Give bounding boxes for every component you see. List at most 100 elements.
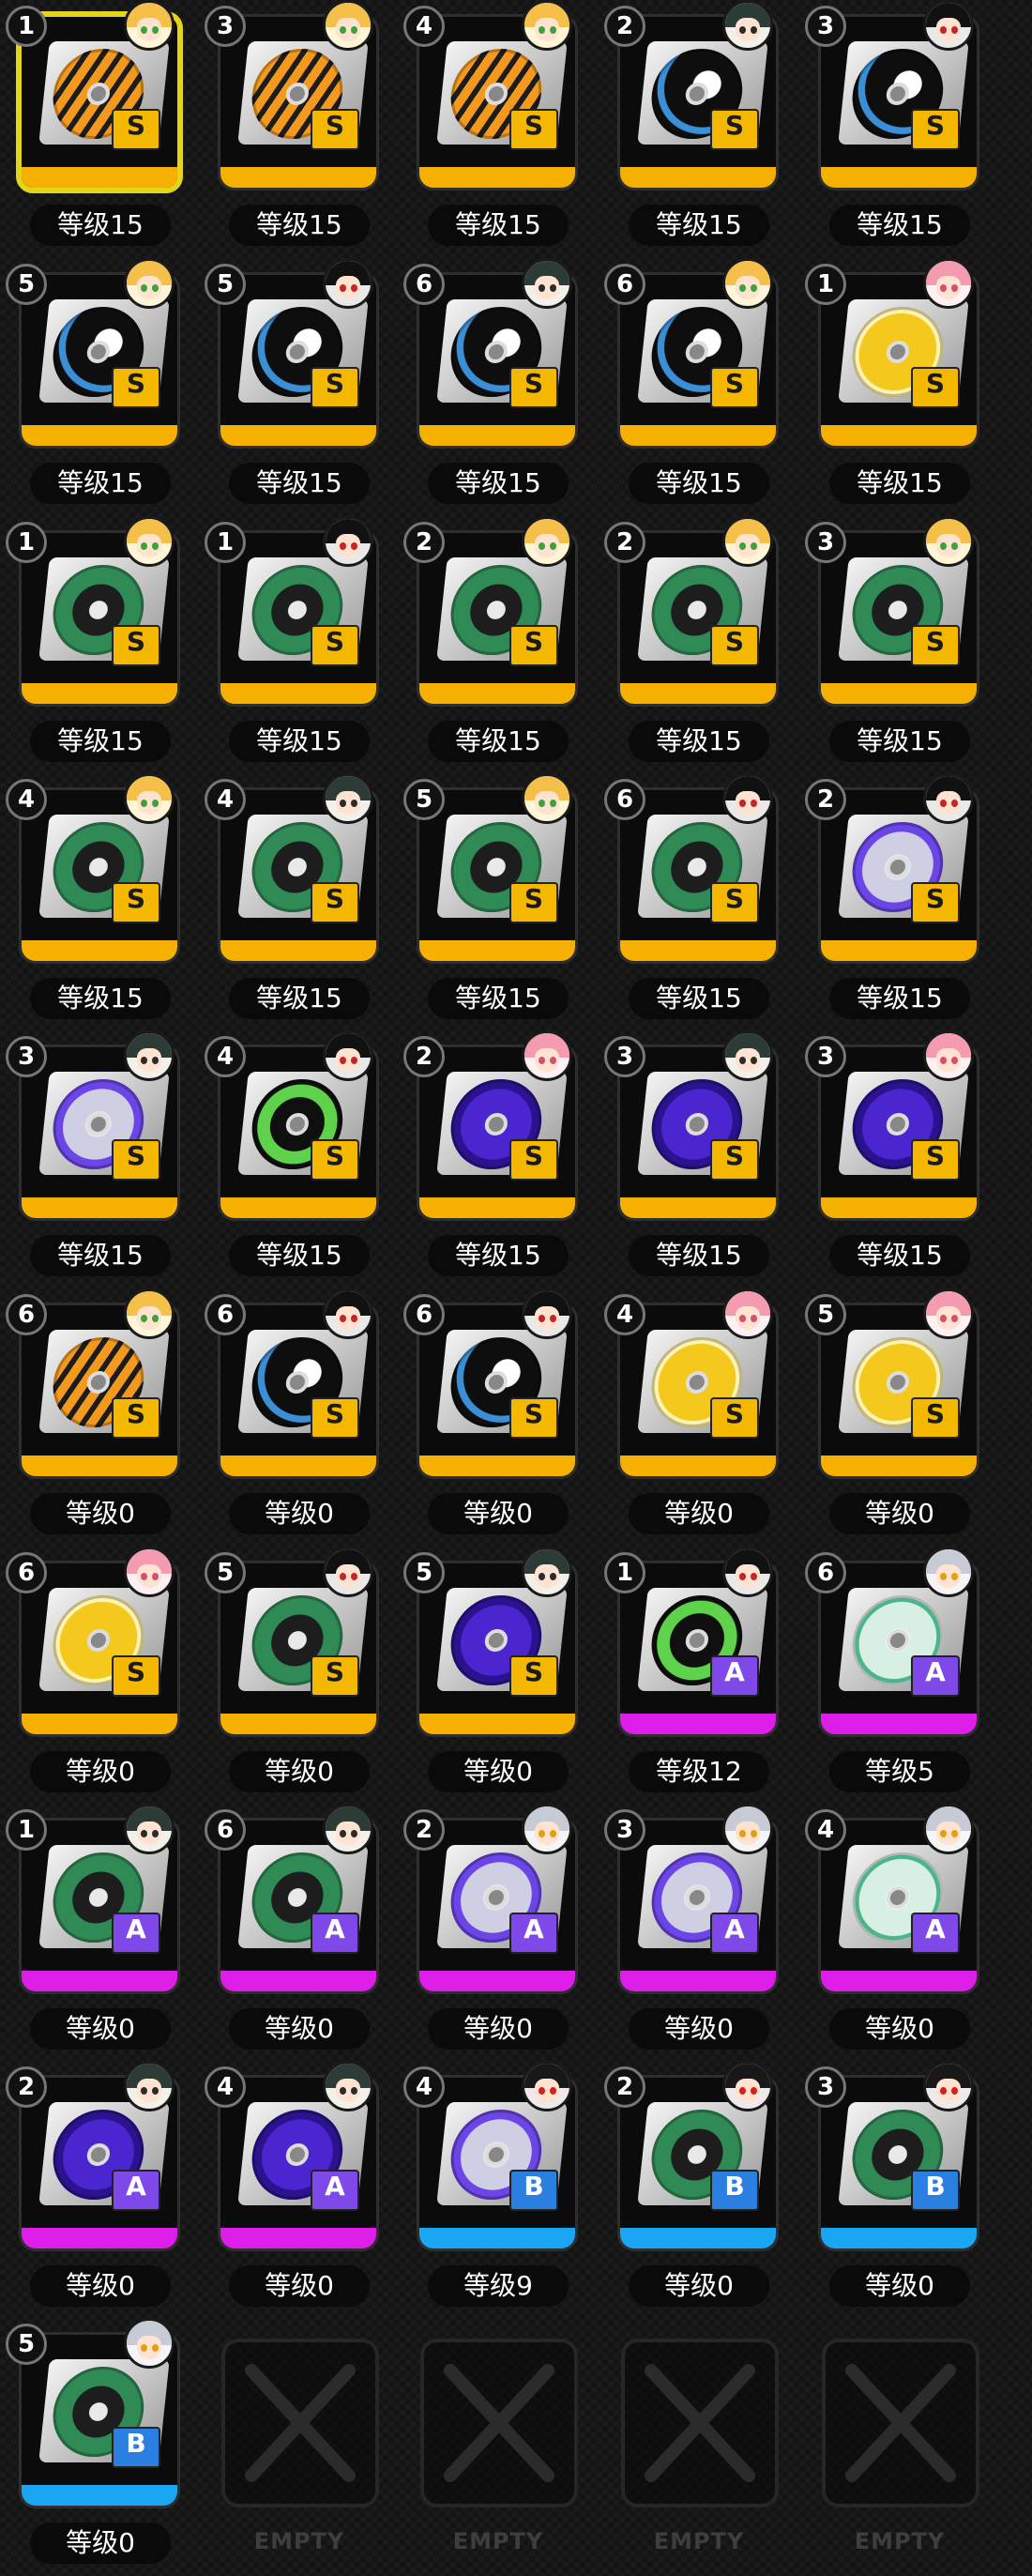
empty-slot[interactable]: EMPTY <box>199 2318 387 2576</box>
set-count-badge: 2 <box>604 522 645 563</box>
drive-disc-slot[interactable]: A 2 等级0 <box>398 1804 585 2062</box>
empty-x-icon <box>245 2364 356 2482</box>
drive-disc-slot[interactable]: A 3 等级0 <box>599 1804 786 2062</box>
drive-disc-slot[interactable]: S 1 等级15 <box>0 516 188 774</box>
avatar-eye <box>549 541 556 550</box>
rarity-letter: B <box>524 2171 544 2202</box>
set-count-badge: 2 <box>6 2066 47 2108</box>
equipped-agent-avatar <box>923 0 974 51</box>
disc-hub <box>684 341 710 363</box>
drive-disc-slot[interactable]: B 2 等级0 <box>599 2061 786 2319</box>
empty-slot[interactable]: EMPTY <box>599 2318 786 2576</box>
drive-disc-slot[interactable]: S 2 等级15 <box>599 516 786 774</box>
drive-disc-slot[interactable]: S 5 等级15 <box>199 258 387 516</box>
rarity-letter: S <box>325 883 345 914</box>
rarity-letter: S <box>325 368 345 399</box>
level-label: 等级0 <box>30 2008 171 2050</box>
drive-disc-slot[interactable]: S 3 等级15 <box>599 1030 786 1288</box>
drive-disc-slot[interactable]: S 5 等级0 <box>199 1547 387 1805</box>
drive-disc-slot[interactable]: A 2 等级0 <box>0 2061 188 2319</box>
drive-disc-slot[interactable]: A 4 等级0 <box>799 1804 987 2062</box>
level-label: 等级15 <box>428 978 569 1019</box>
drive-disc-slot[interactable]: S 6 等级0 <box>398 1288 585 1547</box>
set-count-badge: 4 <box>805 1809 846 1851</box>
drive-disc-slot[interactable]: S 3 等级15 <box>799 1030 987 1288</box>
equipped-agent-avatar <box>124 1288 175 1339</box>
rarity-letter: A <box>925 1913 946 1944</box>
drive-disc-slot[interactable]: S 4 等级0 <box>599 1288 786 1547</box>
empty-slot[interactable]: EMPTY <box>398 2318 585 2576</box>
disc-hub <box>885 1629 911 1652</box>
rarity-color-bar <box>821 1197 977 1218</box>
drive-disc-slot[interactable]: A 6 等级5 <box>799 1547 987 1805</box>
rarity-badge: S <box>112 1139 160 1181</box>
drive-disc-slot[interactable]: S 1 等级15 <box>199 516 387 774</box>
drive-disc-slot[interactable]: S 6 等级0 <box>0 1288 188 1547</box>
rarity-badge: A <box>911 1913 960 1954</box>
set-count-badge: 3 <box>604 1036 645 1077</box>
empty-label: EMPTY <box>452 2528 544 2554</box>
level-label: 等级0 <box>30 2265 171 2307</box>
drive-disc-slot[interactable]: S 5 等级15 <box>398 773 585 1031</box>
drive-disc-slot[interactable]: S 4 等级15 <box>199 1030 387 1288</box>
drive-disc-slot[interactable]: S 2 等级15 <box>799 773 987 1031</box>
equipped-agent-avatar <box>722 1030 773 1081</box>
drive-disc-slot[interactable]: S 2 等级15 <box>599 0 786 258</box>
equipped-agent-avatar <box>722 0 773 51</box>
drive-disc-slot[interactable]: S 3 等级15 <box>799 516 987 774</box>
empty-slot[interactable]: EMPTY <box>799 2318 987 2576</box>
set-count-badge: 1 <box>205 522 246 563</box>
drive-disc-slot[interactable]: A 4 等级0 <box>199 2061 387 2319</box>
drive-disc-slot[interactable]: S 3 等级15 <box>199 0 387 258</box>
drive-disc-slot[interactable]: B 3 等级0 <box>799 2061 987 2319</box>
equipped-agent-avatar <box>323 1804 373 1854</box>
rarity-badge: S <box>911 109 960 150</box>
rarity-color-bar <box>220 425 376 446</box>
drive-disc-slot[interactable]: B 4 等级9 <box>398 2061 585 2319</box>
drive-disc-slot[interactable]: S 6 等级15 <box>398 258 585 516</box>
rarity-color-bar <box>821 1456 977 1476</box>
drive-disc-slot[interactable]: S 1 等级15 <box>799 258 987 516</box>
drive-disc-slot[interactable]: S 6 等级15 <box>599 258 786 516</box>
equipped-agent-avatar <box>323 1030 373 1081</box>
empty-slot-frame <box>221 2339 379 2507</box>
drive-disc-slot[interactable]: S 6 等级15 <box>599 773 786 1031</box>
drive-disc-slot[interactable]: S 4 等级15 <box>0 773 188 1031</box>
rarity-badge: A <box>112 2170 160 2211</box>
drive-disc-slot[interactable]: S 3 等级15 <box>0 1030 188 1288</box>
drive-disc-slot[interactable]: S 4 等级15 <box>398 0 585 258</box>
drive-disc-slot[interactable]: S 1 等级15 <box>0 0 188 258</box>
drive-disc-slot[interactable]: A 1 等级0 <box>0 1804 188 2062</box>
rarity-badge: S <box>311 1397 359 1439</box>
drive-disc-slot[interactable]: S 6 等级0 <box>0 1547 188 1805</box>
rarity-color-bar <box>22 1714 177 1734</box>
drive-disc-slot[interactable]: S 2 等级15 <box>398 1030 585 1288</box>
set-count-badge: 5 <box>6 264 47 305</box>
drive-disc-slot[interactable]: S 5 等级15 <box>0 258 188 516</box>
set-count-badge: 1 <box>6 6 47 47</box>
avatar-eye <box>549 25 556 34</box>
equipped-agent-avatar <box>722 2061 773 2111</box>
drive-disc-slot[interactable]: A 1 等级12 <box>599 1547 786 1805</box>
drive-disc-slot[interactable]: B 5 等级0 <box>0 2318 188 2576</box>
avatar-eye <box>151 1572 159 1580</box>
drive-disc-slot[interactable]: S 3 等级15 <box>799 0 987 258</box>
rarity-color-bar <box>22 425 177 446</box>
rarity-badge: A <box>710 1913 759 1954</box>
rarity-badge: S <box>911 367 960 408</box>
drive-disc-slot[interactable]: S 5 等级0 <box>398 1547 585 1805</box>
drive-disc-slot[interactable]: S 2 等级15 <box>398 516 585 774</box>
equipped-agent-avatar <box>722 773 773 824</box>
set-count-badge: 4 <box>205 1036 246 1077</box>
level-label: 等级0 <box>229 2265 370 2307</box>
rarity-letter: S <box>925 110 946 141</box>
level-label: 等级0 <box>30 1751 171 1792</box>
drive-disc-slot[interactable]: S 4 等级15 <box>199 773 387 1031</box>
drive-disc-slot[interactable]: S 5 等级0 <box>799 1288 987 1547</box>
rarity-badge: S <box>710 1139 759 1181</box>
drive-disc-slot[interactable]: A 6 等级0 <box>199 1804 387 2062</box>
drive-disc-slot[interactable]: S 6 等级0 <box>199 1288 387 1547</box>
rarity-color-bar <box>419 425 575 446</box>
avatar-eye <box>750 25 757 34</box>
level-label: 等级15 <box>829 1235 970 1276</box>
